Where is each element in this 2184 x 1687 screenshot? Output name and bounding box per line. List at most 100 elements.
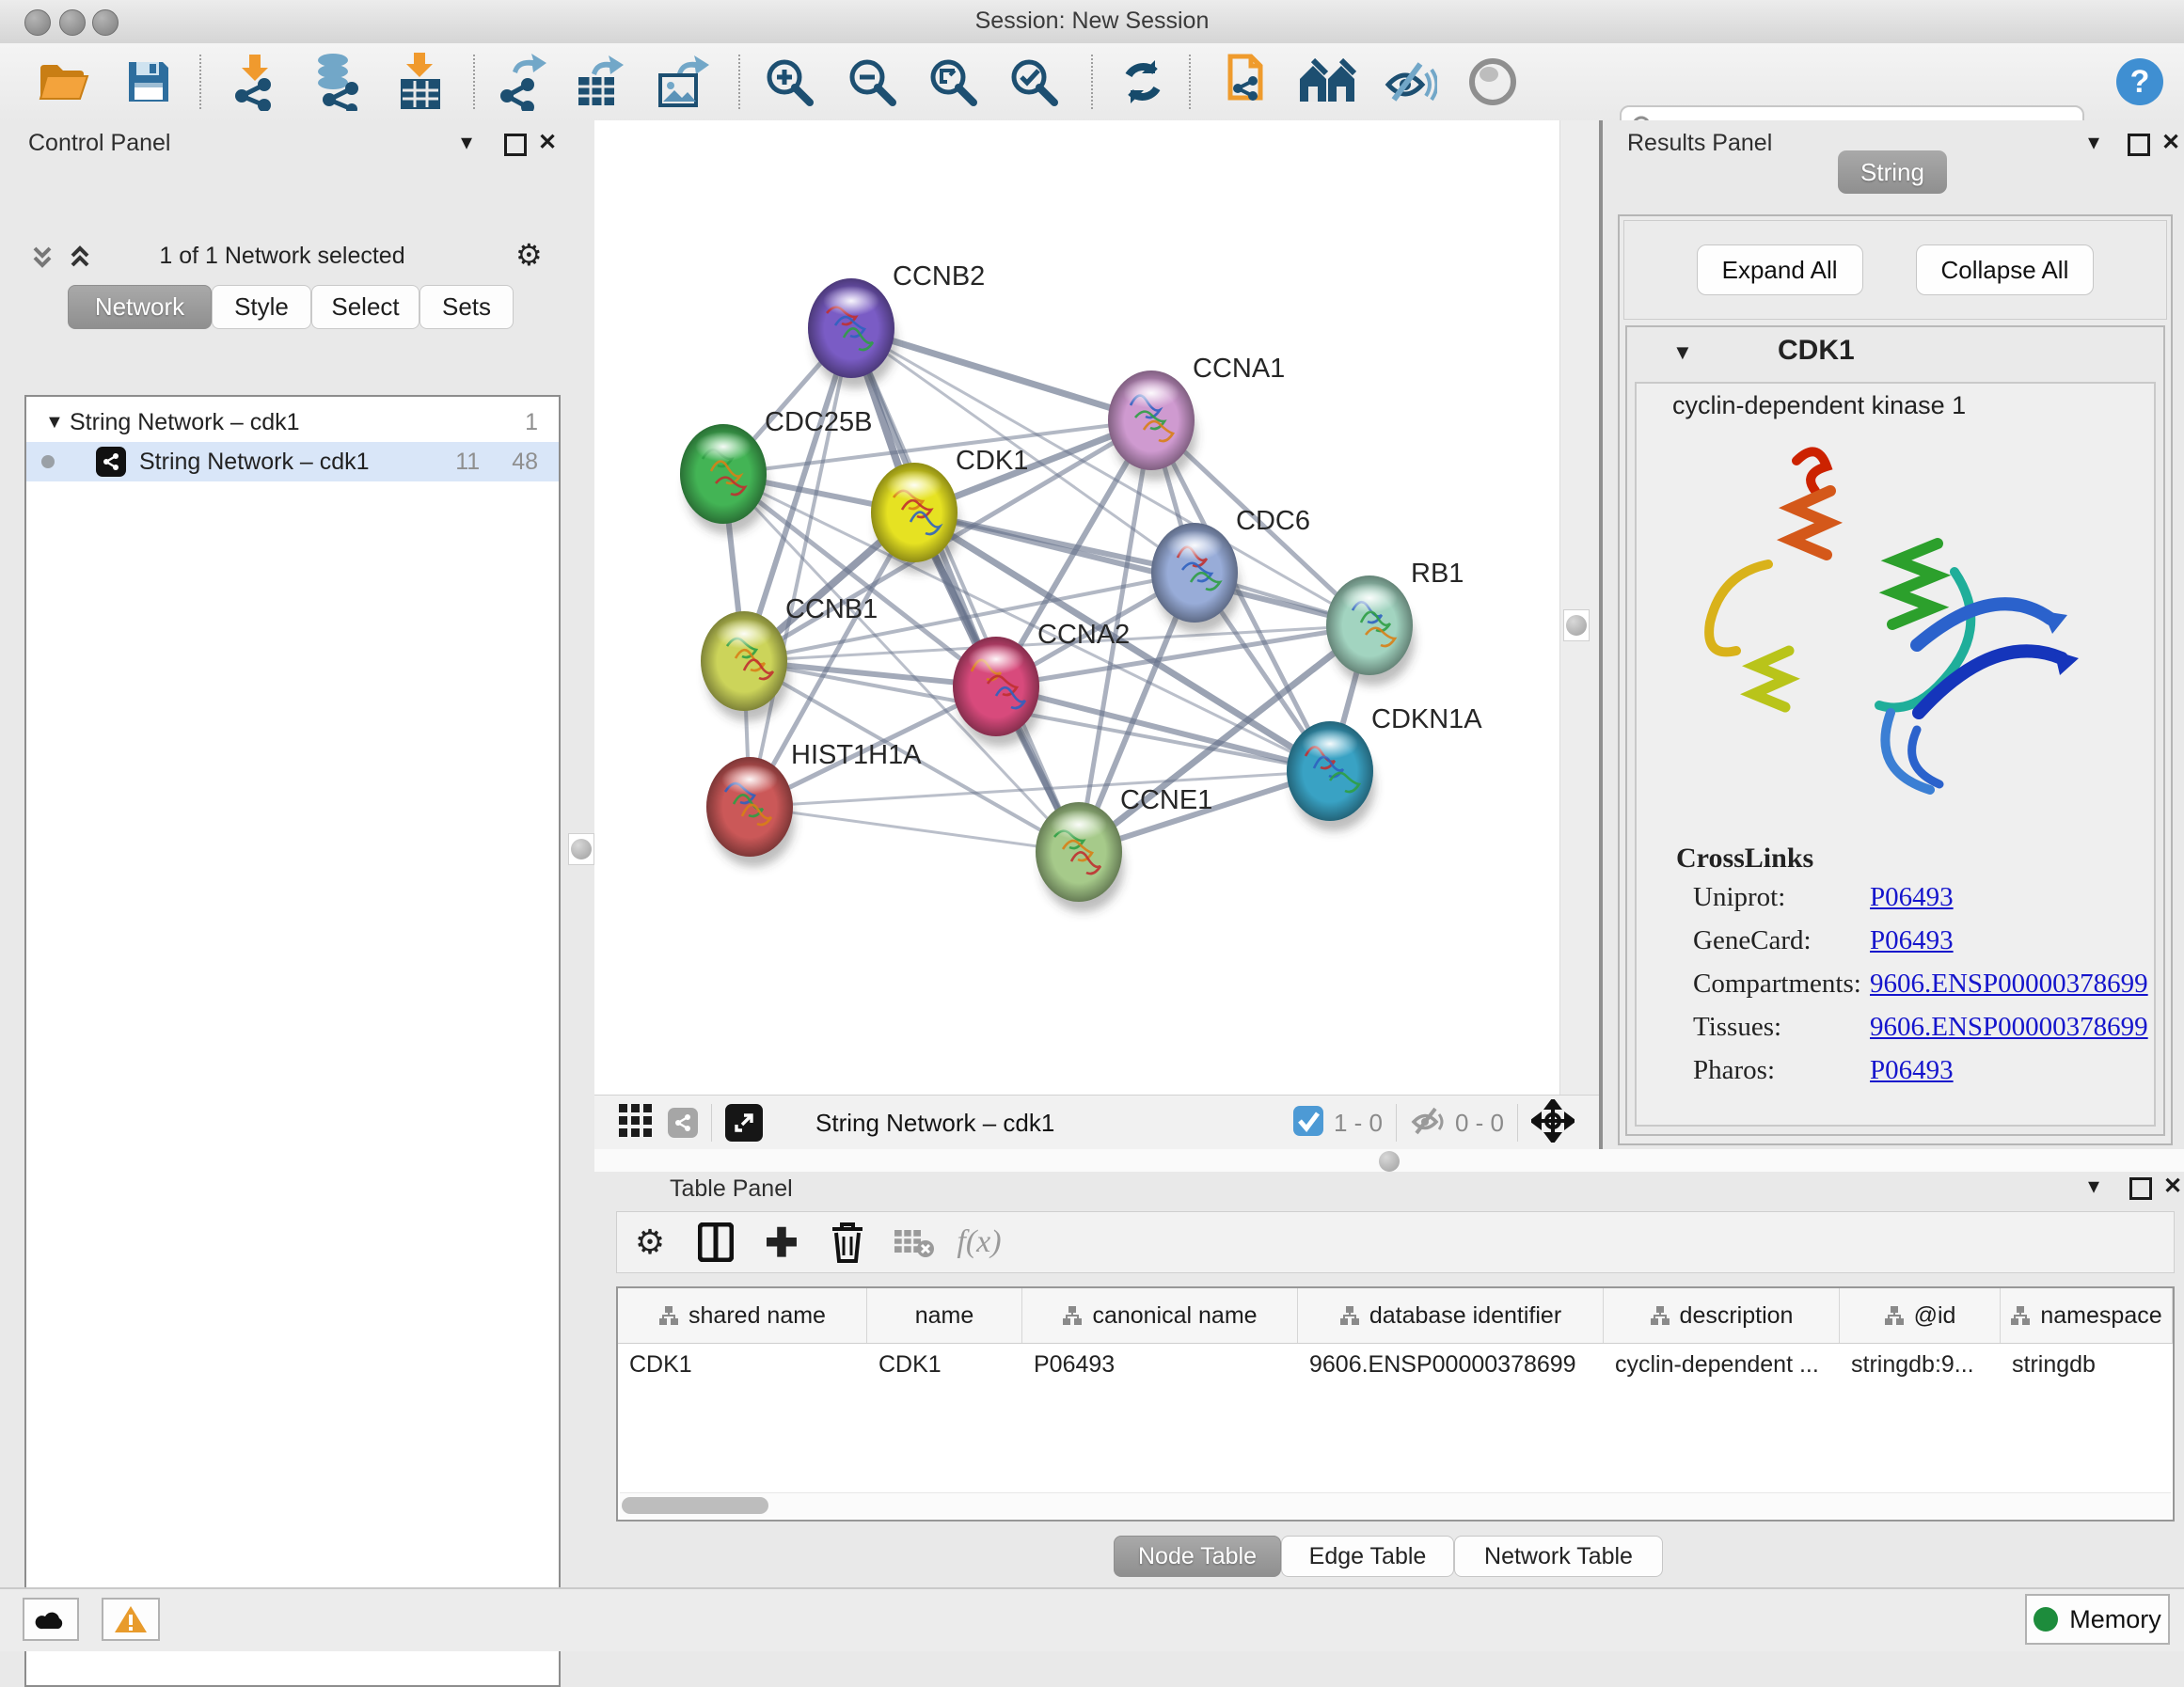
database-import-icon (309, 53, 363, 111)
export-table-button[interactable] (570, 53, 628, 111)
network-node-CDK1[interactable] (871, 463, 959, 573)
tab-style[interactable]: Style (212, 285, 311, 329)
table-cell[interactable]: stringdb (2001, 1351, 2173, 1379)
zoom-out-button[interactable] (843, 53, 901, 111)
table-row[interactable]: CDK1CDK1P064939606.ENSP00000378699cyclin… (618, 1344, 2173, 1385)
grid-view-icon[interactable] (619, 1104, 653, 1143)
float-panel-icon[interactable]: ▾ (461, 132, 472, 154)
close-panel-icon[interactable]: ✕ (2161, 132, 2180, 154)
network-node-CCNA1[interactable] (1108, 371, 1196, 481)
network-node-CDC6[interactable] (1151, 523, 1240, 633)
memory-button[interactable]: Memory (2025, 1594, 2170, 1645)
network-view-type-icon[interactable] (668, 1108, 698, 1138)
column-header[interactable]: shared name (618, 1288, 867, 1343)
maximize-panel-icon[interactable] (2128, 134, 2150, 161)
network-node-CDKN1A[interactable] (1287, 721, 1375, 831)
network-row[interactable]: String Network – cdk1 11 48 (26, 442, 559, 481)
table-horizontal-scrollbar[interactable] (620, 1492, 2171, 1518)
vertical-splitter-left[interactable] (564, 120, 596, 1587)
network-node-CCNB2[interactable] (808, 278, 896, 388)
string-network-graph[interactable]: CCNB2CCNA1CDC25BCDK1CDC6RB1CCNB1CCNA2CDK… (594, 120, 1559, 1095)
network-node-HIST1H1A[interactable] (706, 757, 795, 867)
zoom-selected-button[interactable] (1005, 53, 1063, 111)
network-edge[interactable] (750, 807, 1079, 852)
scrollbar-thumb[interactable] (622, 1497, 768, 1514)
horizontal-splitter[interactable] (594, 1149, 2184, 1172)
clone-network-button[interactable] (1219, 53, 1277, 111)
network-node-CCNB1[interactable] (701, 611, 789, 721)
hidden-elements-icon[interactable] (1410, 1105, 1448, 1142)
hide-selected-button[interactable] (1381, 53, 1439, 111)
birdseye-navigator-icon[interactable] (1531, 1099, 1575, 1147)
compartments-link[interactable]: 9606.ENSP00000378699 (1870, 969, 2148, 1000)
table-cell[interactable]: CDK1 (867, 1351, 1022, 1379)
export-image-button[interactable] (653, 53, 711, 111)
gene-expander-icon[interactable]: ▼ (1672, 340, 1693, 365)
vertical-splitter-right[interactable] (1559, 120, 1600, 1095)
maximize-panel-icon[interactable] (504, 134, 527, 161)
network-canvas[interactable]: CCNB2CCNA1CDC25BCDK1CDC6RB1CCNB1CCNA2CDK… (594, 120, 1559, 1095)
function-builder-icon[interactable]: f(x) (946, 1224, 1012, 1260)
close-panel-icon[interactable]: ✕ (2163, 1175, 2182, 1198)
tab-node-table[interactable]: Node Table (1114, 1536, 1281, 1577)
export-network-button[interactable] (493, 53, 551, 111)
network-options-gear-icon[interactable]: ⚙ (515, 237, 543, 273)
network-node-CCNE1[interactable] (1036, 802, 1124, 912)
refresh-button[interactable] (1114, 53, 1172, 111)
column-header[interactable]: namespace (2001, 1288, 2173, 1343)
graphics-detail-button[interactable] (1464, 53, 1522, 111)
uniprot-link[interactable]: P06493 (1870, 882, 1954, 913)
splitter-grip[interactable] (571, 839, 592, 859)
maximize-panel-icon[interactable] (2129, 1177, 2152, 1205)
tab-network-table[interactable]: Network Table (1454, 1536, 1663, 1577)
first-neighbors-button[interactable] (1298, 53, 1356, 111)
warnings-button[interactable] (102, 1598, 160, 1641)
network-node-CDC25B[interactable] (680, 424, 768, 534)
splitter-grip[interactable] (1379, 1151, 1400, 1172)
detach-view-icon[interactable] (725, 1104, 763, 1142)
open-session-button[interactable] (35, 53, 93, 111)
column-header[interactable]: description (1604, 1288, 1840, 1343)
create-column-icon[interactable]: ✚ (749, 1220, 815, 1266)
show-columns-icon[interactable] (683, 1222, 749, 1262)
tab-select[interactable]: Select (311, 285, 419, 329)
float-panel-icon[interactable]: ▾ (2088, 132, 2099, 154)
table-cell[interactable]: 9606.ENSP00000378699 (1298, 1351, 1604, 1379)
help-button[interactable]: ? (2111, 53, 2169, 111)
pharos-link[interactable]: P06493 (1870, 1055, 1954, 1086)
expand-all-button[interactable]: Expand All (1697, 244, 1863, 295)
column-header[interactable]: name (867, 1288, 1022, 1343)
table-cell[interactable]: cyclin-dependent ... (1604, 1351, 1840, 1379)
tab-sets[interactable]: Sets (419, 285, 514, 329)
tab-network[interactable]: Network (68, 285, 212, 329)
network-collection-row[interactable]: ▼ String Network – cdk1 1 (26, 402, 559, 442)
tissues-link[interactable]: 9606.ENSP00000378699 (1870, 1012, 2148, 1043)
cloud-status-button[interactable] (23, 1598, 79, 1641)
save-session-button[interactable] (119, 53, 178, 111)
close-panel-icon[interactable]: ✕ (538, 132, 557, 154)
tab-string[interactable]: String (1838, 150, 1947, 194)
tab-edge-table[interactable]: Edge Table (1281, 1536, 1454, 1577)
import-network-from-database-button[interactable] (307, 53, 365, 111)
zoom-in-button[interactable] (760, 53, 818, 111)
delete-column-icon[interactable] (815, 1222, 880, 1263)
table-cell[interactable]: stringdb:9... (1840, 1351, 2001, 1379)
collection-expander-icon[interactable]: ▼ (45, 412, 70, 434)
float-panel-icon[interactable]: ▾ (2088, 1175, 2099, 1198)
selected-nodes-checkbox[interactable] (1292, 1105, 1324, 1142)
import-network-button[interactable] (226, 53, 284, 111)
genecard-link[interactable]: P06493 (1870, 925, 1954, 956)
collapse-all-button[interactable]: Collapse All (1916, 244, 2095, 295)
import-table-button[interactable] (391, 53, 450, 111)
zoom-fit-button[interactable] (924, 53, 982, 111)
delete-table-icon[interactable] (880, 1226, 946, 1258)
table-options-gear-icon[interactable]: ⚙ (617, 1222, 683, 1262)
network-node-RB1[interactable] (1326, 575, 1415, 686)
splitter-grip[interactable] (1566, 615, 1587, 636)
network-edge[interactable] (750, 328, 851, 807)
column-header[interactable]: database identifier (1298, 1288, 1604, 1343)
column-header[interactable]: @id (1840, 1288, 2001, 1343)
table-cell[interactable]: P06493 (1022, 1351, 1298, 1379)
column-header[interactable]: canonical name (1022, 1288, 1298, 1343)
table-cell[interactable]: CDK1 (618, 1351, 867, 1379)
